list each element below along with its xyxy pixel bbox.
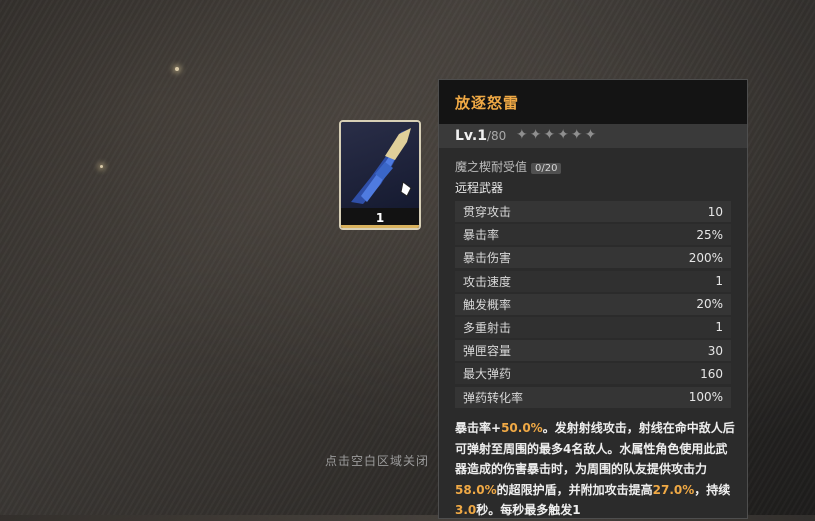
stat-value: 200% — [688, 250, 723, 265]
stat-row: 最大弹药 160 — [455, 363, 731, 385]
stat-name: 多重射击 — [463, 320, 512, 335]
stat-value: 20% — [696, 297, 723, 312]
stat-value: 160 — [700, 366, 723, 381]
stat-value: 1 — [715, 320, 723, 335]
desc-text: ，持续 — [694, 482, 731, 497]
stat-row: 弹匣容量 30 — [455, 340, 731, 362]
stat-value: 10 — [707, 204, 723, 219]
item-name: 放逐怒雷 — [455, 94, 520, 112]
item-level: Lv.1/80 — [455, 128, 506, 144]
stat-value: 100% — [688, 390, 723, 404]
stat-row: 暴击率 25% — [455, 224, 731, 246]
desc-highlight: 3.0 — [455, 503, 477, 518]
stat-name: 暴击伤害 — [463, 251, 512, 266]
rank-stars-icon: ✦✦✦✦✦✦ — [516, 127, 599, 143]
desc-text: 暴击率+ — [455, 421, 502, 435]
desc-text: 的超限护盾，并附加攻击提高 — [496, 482, 653, 497]
desc-highlight: 58.0% — [455, 482, 497, 497]
stat-row: 贯穿攻击 10 — [455, 201, 731, 222]
durability-row: 魔之楔耐受值 0/20 — [455, 158, 562, 175]
durability-badge: 0/20 — [531, 163, 562, 174]
desc-highlight: 27.0% — [652, 482, 695, 497]
panel-header: 放逐怒雷 — [439, 80, 747, 125]
rarity-stripe — [341, 225, 419, 228]
stat-row: 暴击伤害 200% — [455, 247, 731, 269]
stat-name: 触发概率 — [463, 297, 512, 312]
item-slot[interactable]: 1 — [339, 120, 421, 230]
stat-row: 攻击速度 1 — [455, 270, 731, 292]
item-category: 远程武器 — [455, 181, 504, 195]
stat-name: 贯穿攻击 — [463, 205, 512, 219]
desc-highlight: 50.0% — [501, 421, 543, 435]
sparkle-icon — [175, 67, 179, 71]
stat-value: 30 — [707, 343, 723, 358]
stat-name: 弹药转化率 — [463, 390, 524, 405]
desc-text: 秒。每秒最多触发1 — [476, 503, 581, 518]
level-bar: Lv.1/80 ✦✦✦✦✦✦ — [439, 125, 747, 148]
item-description: 暴击率+50.0%。发射射线攻击，射线在命中敌人后可弹射至周围的最多4名敌人。水… — [455, 418, 735, 521]
stat-name: 最大弹药 — [463, 367, 512, 382]
durability-label: 魔之楔耐受值 — [455, 160, 528, 174]
stats-table: 贯穿攻击 10 暴击率 25% 暴击伤害 200% 攻击速度 1 触发概率 20% 多重射… — [455, 201, 731, 410]
item-detail-panel: 放逐怒雷 Lv.1/80 ✦✦✦✦✦✦ 魔之楔耐受值 0/20 远程武器 贯穿攻击… — [438, 79, 748, 519]
stat-row: 触发概率 20% — [455, 293, 731, 315]
stat-row: 弹药转化率 100% — [455, 386, 731, 408]
level-current: Lv.1 — [455, 128, 487, 144]
weapon-thumbnail — [341, 122, 419, 208]
stat-row: 多重射击 1 — [455, 316, 731, 338]
stat-value: 1 — [715, 274, 723, 289]
stat-name: 弹匣容量 — [463, 344, 512, 359]
level-max: /80 — [486, 129, 507, 143]
sparkle-icon — [100, 165, 103, 168]
stat-name: 暴击率 — [463, 228, 500, 243]
stat-value: 25% — [696, 227, 723, 242]
close-hint[interactable]: 点击空白区域关闭 — [325, 452, 429, 469]
stat-name: 攻击速度 — [463, 274, 512, 289]
weapon-icon — [351, 128, 412, 204]
